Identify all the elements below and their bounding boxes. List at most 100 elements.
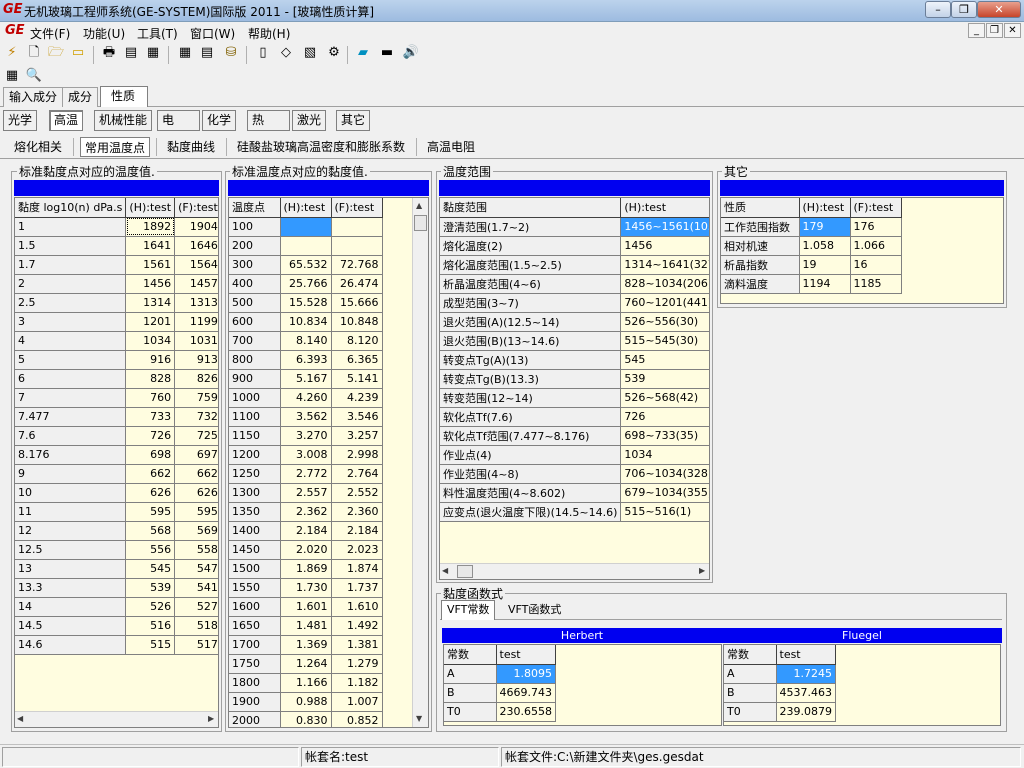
table-row[interactable]: 900 5.167 5.141 — [229, 369, 383, 389]
value-cell[interactable]: 1564 — [174, 255, 218, 275]
row-label-cell[interactable]: 5 — [15, 350, 127, 370]
value-cell[interactable]: 15.528 — [280, 293, 332, 313]
table-row[interactable]: 1150 3.270 3.257 — [229, 426, 383, 446]
tab-chemical[interactable]: 化学 — [202, 110, 237, 131]
table-row[interactable]: 1550 1.730 1.737 — [229, 578, 383, 598]
table-row[interactable]: 2000 0.830 0.852 — [229, 711, 383, 727]
value-cell[interactable]: 2.184 — [280, 521, 332, 541]
value-cell[interactable]: 1.264 — [280, 654, 332, 674]
table-row[interactable]: 1450 2.020 2.023 — [229, 540, 383, 560]
value-cell[interactable]: 4537.463 — [776, 683, 836, 703]
row-label-cell[interactable]: 料性温度范围(4~8.602) — [440, 483, 622, 503]
row-label-cell[interactable]: 1800 — [229, 673, 281, 693]
row-label-cell[interactable]: 转变点Tg(A)(13) — [440, 350, 622, 370]
table-row[interactable]: A 1.8095 — [444, 664, 556, 684]
value-cell[interactable]: 1314 — [125, 293, 176, 313]
row-label-cell[interactable]: 工作范围指数 — [721, 217, 800, 237]
table-row[interactable]: T0 239.0879 — [724, 702, 836, 722]
row-label-cell[interactable]: 1300 — [229, 483, 281, 503]
value-cell[interactable]: 72.768 — [331, 255, 383, 275]
value-cell[interactable]: 176 — [850, 217, 902, 237]
row-label-cell[interactable]: T0 — [724, 702, 777, 722]
value-cell[interactable]: 662 — [125, 464, 176, 484]
value-cell[interactable]: 15.666 — [331, 293, 383, 313]
value-cell[interactable]: 698~733(35) — [620, 426, 709, 446]
row-label-cell[interactable]: 滴料温度 — [721, 274, 800, 294]
table-row[interactable]: 1500 1.869 1.874 — [229, 559, 383, 579]
row-label-cell[interactable]: 1700 — [229, 635, 281, 655]
value-cell[interactable]: 1.730 — [280, 578, 332, 598]
value-cell[interactable]: 828~1034(206) — [620, 274, 709, 294]
panel4-grid[interactable]: 性质 (H):test (F):test 工作范围指数 179 176 相对机速 1.0… — [720, 197, 1004, 304]
new-file-icon[interactable]: 🗋 — [25, 44, 43, 62]
value-cell[interactable]: 1201 — [125, 312, 176, 332]
value-cell[interactable]: 725 — [174, 426, 218, 446]
table-row[interactable]: 700 8.140 8.120 — [229, 331, 383, 351]
value-cell[interactable] — [331, 236, 383, 256]
value-cell[interactable]: 1.381 — [331, 635, 383, 655]
value-cell[interactable]: 1.058 — [799, 236, 851, 256]
value-cell[interactable]: 726 — [620, 407, 709, 427]
value-cell[interactable]: 545 — [125, 559, 176, 579]
table-row[interactable]: 1300 2.557 2.552 — [229, 483, 383, 503]
row-label-cell[interactable]: 熔化温度范围(1.5~2.5) — [440, 255, 622, 275]
value-cell[interactable]: 1314~1641(327) — [620, 255, 709, 275]
value-cell[interactable]: 1.481 — [280, 616, 332, 636]
value-cell[interactable]: 1456 — [125, 274, 176, 294]
value-cell[interactable]: 526~568(42) — [620, 388, 709, 408]
value-cell[interactable]: 1.007 — [331, 692, 383, 712]
menu-function[interactable]: 功能(U) — [83, 25, 125, 42]
value-cell[interactable]: 515 — [125, 635, 176, 655]
value-cell[interactable]: 916 — [125, 350, 176, 370]
value-cell[interactable]: 517 — [174, 635, 218, 655]
value-cell[interactable]: 2.772 — [280, 464, 332, 484]
value-cell[interactable]: 8.140 — [280, 331, 332, 351]
value-cell[interactable]: 1892 — [125, 217, 176, 237]
row-label-cell[interactable]: 1100 — [229, 407, 281, 427]
tab-other[interactable]: 其它 — [336, 110, 371, 131]
open-folder-icon[interactable]: 🗁 — [47, 44, 65, 62]
table-row[interactable]: 100 — [229, 217, 383, 237]
value-cell[interactable]: 3.546 — [331, 407, 383, 427]
table-row[interactable]: 13.3 539 541 — [15, 578, 218, 598]
table-row[interactable]: 析晶温度范围(4~6) 828~1034(206) — [440, 274, 709, 294]
table-row[interactable]: 1200 3.008 2.998 — [229, 445, 383, 465]
row-label-cell[interactable]: B — [724, 683, 777, 703]
table-row[interactable]: 12.5 556 558 — [15, 540, 218, 560]
table-row[interactable]: 6 828 826 — [15, 369, 218, 389]
row-label-cell[interactable]: 1150 — [229, 426, 281, 446]
table-row[interactable]: 7.477 733 732 — [15, 407, 218, 427]
value-cell[interactable]: 10.834 — [280, 312, 332, 332]
row-label-cell[interactable]: 900 — [229, 369, 281, 389]
table-icon[interactable]: ▦ — [176, 44, 194, 62]
table-row[interactable]: 8.176 698 697 — [15, 445, 218, 465]
value-cell[interactable]: 1.737 — [331, 578, 383, 598]
table-row[interactable]: 转变点Tg(B)(13.3) 539 — [440, 369, 709, 389]
value-cell[interactable]: 0.852 — [331, 711, 383, 727]
value-cell[interactable] — [280, 236, 332, 256]
table-row[interactable]: 滴料温度 1194 1185 — [721, 274, 902, 294]
mdi-restore-button[interactable]: ❐ — [986, 23, 1003, 38]
row-label-cell[interactable]: A — [724, 664, 777, 684]
row-label-cell[interactable]: 1400 — [229, 521, 281, 541]
row-label-cell[interactable]: 作业点(4) — [440, 445, 622, 465]
value-cell[interactable]: 759 — [174, 388, 218, 408]
value-cell[interactable]: 1.182 — [331, 673, 383, 693]
row-label-cell[interactable]: 6 — [15, 369, 127, 389]
table-row[interactable]: 1750 1.264 1.279 — [229, 654, 383, 674]
table-row[interactable]: 1400 2.184 2.184 — [229, 521, 383, 541]
tab-laser[interactable]: 激光 — [292, 110, 327, 131]
report-icon[interactable]: ▤ — [122, 44, 140, 62]
value-cell[interactable]: 6.393 — [280, 350, 332, 370]
row-label-cell[interactable]: 1900 — [229, 692, 281, 712]
value-cell[interactable]: 913 — [174, 350, 218, 370]
row-label-cell[interactable]: 12.5 — [15, 540, 127, 560]
row-label-cell[interactable]: 转变范围(12~14) — [440, 388, 622, 408]
value-cell[interactable]: 1.166 — [280, 673, 332, 693]
menu-file[interactable]: 文件(F) — [30, 25, 70, 42]
table-row[interactable]: 11 595 595 — [15, 502, 218, 522]
tab-high-temperature[interactable]: 高温 — [49, 110, 84, 131]
table-row[interactable]: 应变点(退火温度下限)(14.5~14.6) 515~516(1) — [440, 502, 709, 522]
row-label-cell[interactable]: 7.477 — [15, 407, 127, 427]
row-label-cell[interactable]: B — [444, 683, 497, 703]
